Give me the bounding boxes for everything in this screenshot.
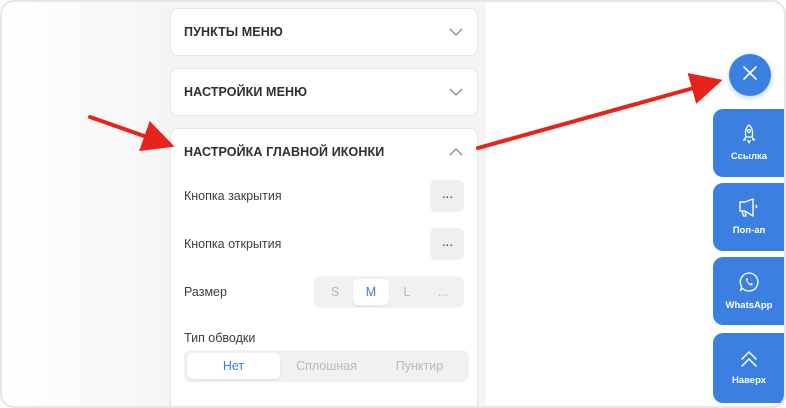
- widget-close-button[interactable]: [729, 54, 771, 96]
- background-fade: [2, 2, 162, 406]
- preview-frame: ПУНКТЫ МЕНЮ НАСТРОЙКИ МЕНЮ НАСТРОЙКА ГЛА…: [0, 0, 786, 408]
- section-menu-items-header[interactable]: ПУНКТЫ МЕНЮ: [171, 9, 477, 55]
- close-button-label: Кнопка закрытия: [184, 189, 282, 203]
- chevron-down-icon: [449, 28, 463, 36]
- open-button-row: Кнопка открытия ···: [184, 228, 464, 260]
- widget-popup-label: Поп-ап: [732, 225, 766, 236]
- stroke-option-solid[interactable]: Сплошная: [280, 353, 373, 379]
- close-button-row: Кнопка закрытия ···: [184, 180, 464, 212]
- section-menu-items: ПУНКТЫ МЕНЮ: [170, 8, 478, 56]
- stroke-option-dashed[interactable]: Пунктир: [373, 353, 466, 379]
- section-main-icon: НАСТРОЙКА ГЛАВНОЙ ИКОНКИ Кнопка закрытия…: [170, 128, 478, 406]
- more-icon: ···: [441, 188, 454, 204]
- size-option-more[interactable]: ...: [425, 279, 461, 305]
- stroke-type-label: Тип обводки: [184, 331, 256, 345]
- section-menu-settings: НАСТРОЙКИ МЕНЮ: [170, 68, 478, 116]
- widget-to-top-label: Наверх: [731, 375, 767, 386]
- size-option-s[interactable]: S: [317, 279, 353, 305]
- open-button-label: Кнопка открытия: [184, 237, 282, 251]
- stroke-type-selector: Нет Сплошная Пунктир: [184, 350, 469, 382]
- widget-whatsapp-button[interactable]: WhatsApp: [713, 257, 784, 325]
- chevron-up-icon: [449, 148, 463, 156]
- widget-popup-button[interactable]: Поп-ап: [713, 183, 784, 251]
- arrow-to-close-button: [476, 73, 723, 150]
- section-title: НАСТРОЙКИ МЕНЮ: [184, 85, 308, 99]
- widget-link-button[interactable]: Ссылка: [713, 109, 784, 177]
- double-chevron-up-icon: [739, 350, 759, 368]
- section-title: ПУНКТЫ МЕНЮ: [184, 25, 283, 39]
- size-option-l[interactable]: L: [389, 279, 425, 305]
- section-menu-settings-header[interactable]: НАСТРОЙКИ МЕНЮ: [171, 69, 477, 115]
- widget-to-top-button[interactable]: Наверх: [713, 333, 784, 403]
- chevron-down-icon: [449, 88, 463, 96]
- megaphone-icon: [738, 198, 760, 218]
- size-selector: S M L ...: [314, 276, 464, 308]
- widget-link-label: Ссылка: [730, 151, 768, 162]
- stroke-option-none[interactable]: Нет: [187, 353, 280, 379]
- close-icon: [742, 65, 758, 86]
- widget-whatsapp-label: WhatsApp: [725, 300, 773, 311]
- stroke-row: Нет Сплошная Пунктир: [184, 350, 469, 382]
- size-label: Размер: [184, 285, 227, 299]
- rocket-icon: [740, 124, 758, 144]
- whatsapp-icon: [738, 271, 760, 293]
- open-button-options-button[interactable]: ···: [430, 228, 464, 260]
- section-title: НАСТРОЙКА ГЛАВНОЙ ИКОНКИ: [184, 145, 385, 159]
- size-option-m[interactable]: M: [353, 279, 389, 305]
- more-icon: ···: [441, 236, 454, 252]
- size-row: Размер S M L ...: [184, 276, 464, 308]
- close-button-options-button[interactable]: ···: [430, 180, 464, 212]
- section-main-icon-header[interactable]: НАСТРОЙКА ГЛАВНОЙ ИКОНКИ: [171, 129, 477, 175]
